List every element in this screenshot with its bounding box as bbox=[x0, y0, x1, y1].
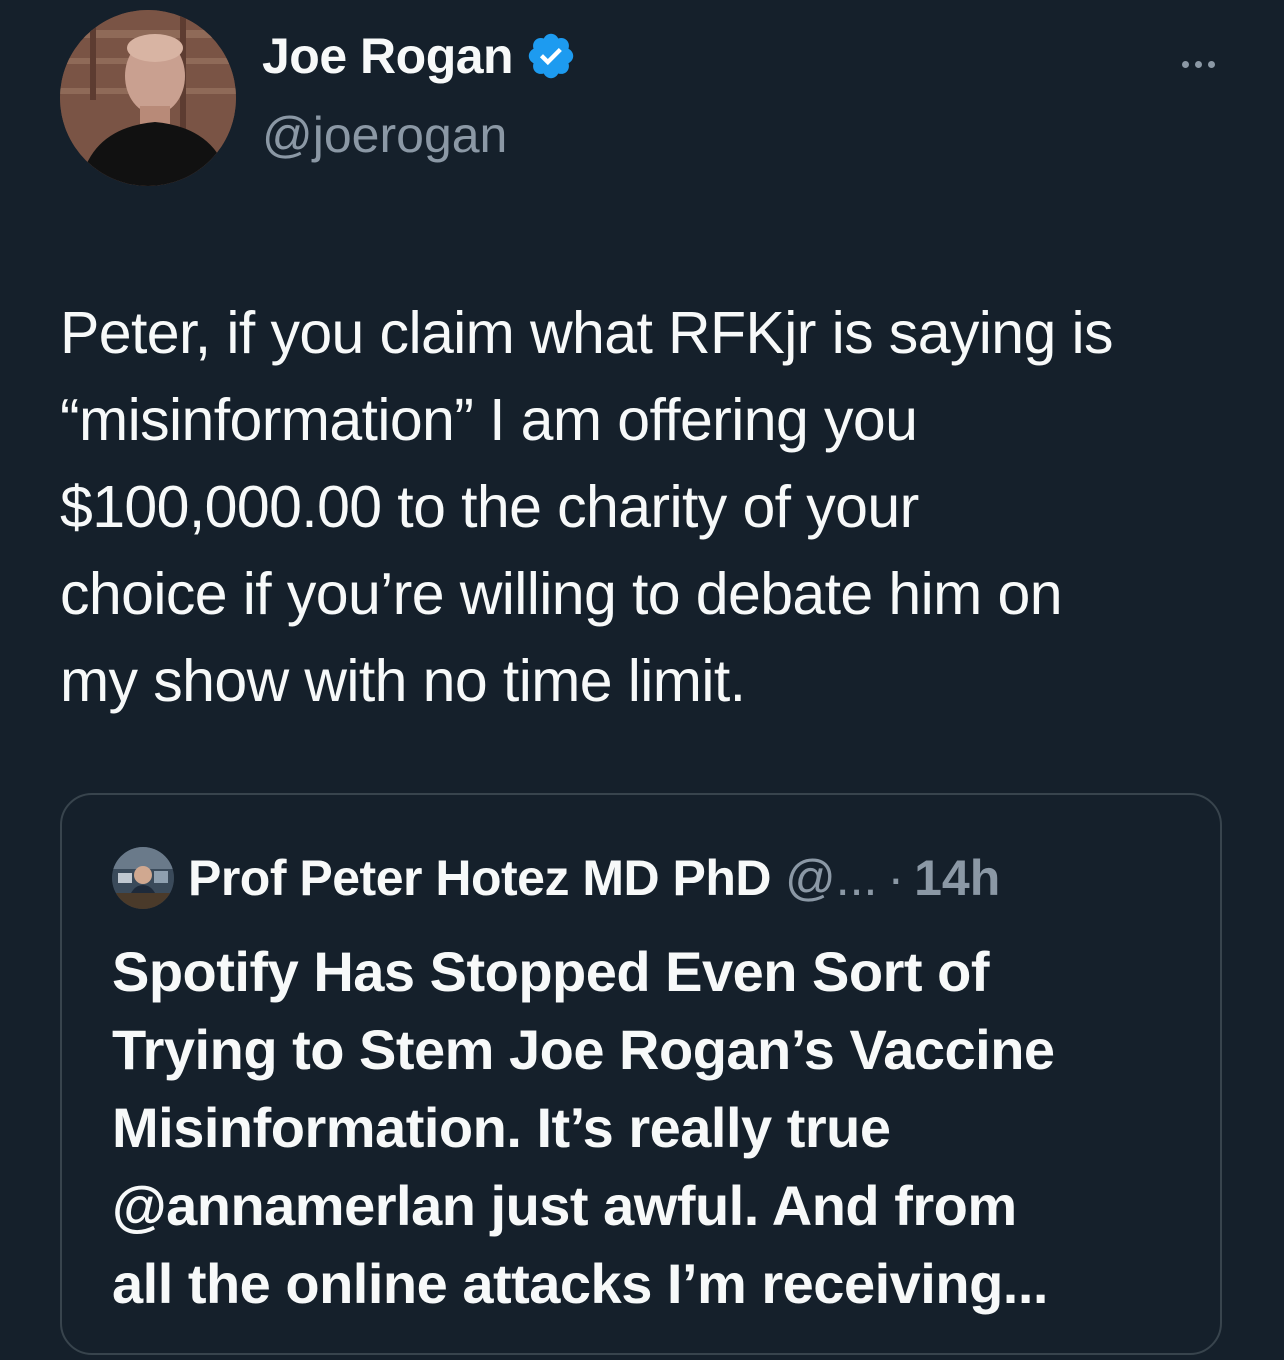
author-avatar[interactable] bbox=[60, 10, 236, 186]
profile-photo-icon bbox=[112, 847, 174, 909]
tweet-text: Peter, if you claim what RFKjr is saying… bbox=[60, 300, 1114, 714]
author-name[interactable]: Joe Rogan bbox=[262, 30, 577, 82]
author-name-text: Joe Rogan bbox=[262, 28, 514, 84]
more-dots-icon bbox=[1207, 60, 1215, 68]
quoted-tweet-card[interactable]: Prof Peter Hotez MD PhD @... · 14h Spoti… bbox=[60, 793, 1222, 1355]
quoted-tweet-text: Spotify Has Stopped Even Sort of Trying … bbox=[112, 940, 1055, 1315]
more-options-button[interactable] bbox=[1168, 44, 1228, 84]
quoted-tweet-timestamp[interactable]: 14h bbox=[914, 853, 1000, 903]
quoted-tweet-header: Prof Peter Hotez MD PhD @... · 14h bbox=[112, 847, 1000, 909]
quoted-author-name[interactable]: Prof Peter Hotez MD PhD bbox=[188, 853, 772, 903]
more-dots-icon bbox=[1181, 60, 1189, 68]
more-dots-icon bbox=[1194, 60, 1202, 68]
quoted-author-handle[interactable]: @... bbox=[785, 853, 877, 903]
verified-badge-icon bbox=[528, 33, 574, 79]
author-handle[interactable]: @joerogan bbox=[262, 110, 507, 160]
separator-dot: · bbox=[887, 850, 905, 906]
quoted-author-avatar[interactable] bbox=[112, 847, 174, 909]
profile-photo-icon bbox=[60, 10, 236, 186]
